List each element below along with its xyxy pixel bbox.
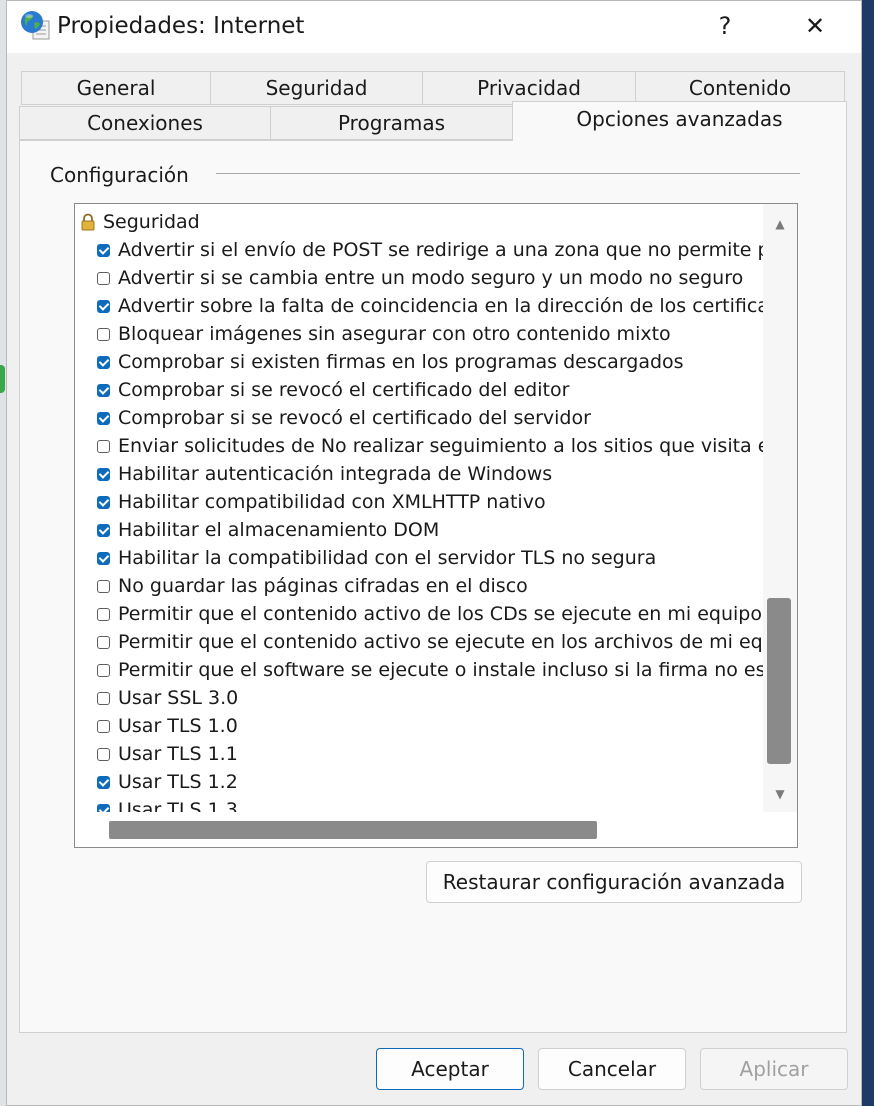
checkbox-unchecked[interactable] <box>97 579 110 593</box>
option-label: Enviar solicitudes de No realizar seguim… <box>118 435 763 457</box>
checkbox-unchecked[interactable] <box>97 747 110 761</box>
vertical-scroll-thumb[interactable] <box>767 598 791 764</box>
option-label: Comprobar si se revocó el certificado de… <box>118 407 591 429</box>
option-row[interactable]: Permitir que el contenido activo de los … <box>75 600 763 628</box>
option-label: Permitir que el software se ejecute o in… <box>118 659 763 681</box>
checkbox-unchecked[interactable] <box>97 691 110 705</box>
option-row[interactable]: Advertir si se cambia entre un modo segu… <box>75 264 763 292</box>
option-label: Habilitar autenticación integrada de Win… <box>118 463 553 485</box>
option-row[interactable]: Usar TLS 1.2 <box>75 768 763 796</box>
restore-advanced-button[interactable]: Restaurar configuración avanzada <box>426 861 802 903</box>
option-label: Advertir si el envío de POST se redirige… <box>118 239 763 261</box>
tab-conexiones[interactable]: Conexiones <box>19 106 271 140</box>
tab-privacidad[interactable]: Privacidad <box>422 71 636 105</box>
option-row[interactable]: Advertir sobre la falta de coincidencia … <box>75 292 763 320</box>
option-label: Permitir que el contenido activo de los … <box>118 603 762 625</box>
ok-button[interactable]: Aceptar <box>376 1048 524 1090</box>
checkbox-unchecked[interactable] <box>97 635 110 649</box>
option-row[interactable]: Habilitar autenticación integrada de Win… <box>75 460 763 488</box>
option-row[interactable]: Permitir que el software se ejecute o in… <box>75 656 763 684</box>
checkbox-unchecked[interactable] <box>97 271 110 285</box>
option-label: Bloquear imágenes sin asegurar con otro … <box>118 323 671 345</box>
scroll-down-icon[interactable]: ▼ <box>763 782 797 806</box>
option-label: Advertir si se cambia entre un modo segu… <box>118 267 744 289</box>
checkbox-unchecked[interactable] <box>97 719 110 733</box>
option-label: Usar TLS 1.2 <box>118 771 238 793</box>
option-label: Habilitar la compatibilidad con el servi… <box>118 547 657 569</box>
option-label: Advertir sobre la falta de coincidencia … <box>118 295 763 317</box>
checkbox-checked[interactable] <box>97 803 110 812</box>
lock-icon <box>81 213 95 231</box>
tab-contenido[interactable]: Contenido <box>635 71 845 105</box>
option-row[interactable]: Usar TLS 1.1 <box>75 740 763 768</box>
option-row[interactable]: Advertir si el envío de POST se redirige… <box>75 236 763 264</box>
option-label: No guardar las páginas cifradas en el di… <box>118 575 528 597</box>
option-row[interactable]: Habilitar la compatibilidad con el servi… <box>75 544 763 572</box>
desktop-background-accent <box>0 365 5 393</box>
help-button[interactable]: ? <box>697 5 753 47</box>
checkbox-checked[interactable] <box>97 467 110 481</box>
vertical-scrollbar[interactable]: ▲ ▼ <box>763 204 797 812</box>
option-row[interactable]: Usar SSL 3.0 <box>75 684 763 712</box>
apply-button[interactable]: Aplicar <box>700 1048 848 1090</box>
desktop-background-right <box>862 0 874 1106</box>
category-label: Seguridad <box>103 211 200 233</box>
tab-opciones-avanzadas[interactable]: Opciones avanzadas <box>512 101 847 141</box>
close-icon: ✕ <box>804 12 826 40</box>
option-row[interactable]: Comprobar si existen firmas en los progr… <box>75 348 763 376</box>
checkbox-unchecked[interactable] <box>97 663 110 677</box>
option-row[interactable]: Comprobar si se revocó el certificado de… <box>75 404 763 432</box>
close-button[interactable]: ✕ <box>787 5 843 47</box>
option-row[interactable]: Comprobar si se revocó el certificado de… <box>75 376 763 404</box>
checkbox-checked[interactable] <box>97 243 110 257</box>
option-label: Comprobar si se revocó el certificado de… <box>118 379 570 401</box>
checkbox-checked[interactable] <box>97 355 110 369</box>
option-row[interactable]: Usar TLS 1.0 <box>75 712 763 740</box>
scroll-up-icon[interactable]: ▲ <box>763 212 797 236</box>
option-row[interactable]: Bloquear imágenes sin asegurar con otro … <box>75 320 763 348</box>
internet-globe-icon <box>21 11 50 40</box>
horizontal-scroll-thumb[interactable] <box>109 821 597 839</box>
checkbox-unchecked[interactable] <box>97 607 110 621</box>
option-row[interactable]: Habilitar el almacenamiento DOM <box>75 516 763 544</box>
option-label: Habilitar compatibilidad con XMLHTTP nat… <box>118 491 546 513</box>
checkbox-unchecked[interactable] <box>97 327 110 341</box>
option-label: Usar TLS 1.0 <box>118 715 238 737</box>
option-row[interactable]: Usar TLS 1.3 <box>75 796 763 812</box>
option-label: Usar TLS 1.1 <box>118 743 238 765</box>
checkbox-checked[interactable] <box>97 495 110 509</box>
option-label: Permitir que el contenido activo se ejec… <box>118 631 763 653</box>
checkbox-checked[interactable] <box>97 551 110 565</box>
title-bar: Propiedades: Internet ? ✕ <box>7 1 861 53</box>
option-label: Usar TLS 1.3 <box>118 799 238 812</box>
option-label: Comprobar si existen firmas en los progr… <box>118 351 684 373</box>
checkbox-checked[interactable] <box>97 411 110 425</box>
tab-programas[interactable]: Programas <box>270 106 513 140</box>
option-row[interactable]: No guardar las páginas cifradas en el di… <box>75 572 763 600</box>
group-title: Configuración <box>50 163 189 187</box>
advanced-options-panel: Configuración Seguridad Advertir si el e… <box>19 140 847 1033</box>
option-row[interactable]: Enviar solicitudes de No realizar seguim… <box>75 432 763 460</box>
option-row[interactable]: Habilitar compatibilidad con XMLHTTP nat… <box>75 488 763 516</box>
tab-general[interactable]: General <box>21 71 211 105</box>
checkbox-checked[interactable] <box>97 775 110 789</box>
settings-list-content: Seguridad Advertir si el envío de POST s… <box>75 204 763 812</box>
checkbox-checked[interactable] <box>97 523 110 537</box>
option-label: Habilitar el almacenamiento DOM <box>118 519 440 541</box>
tab-seguridad[interactable]: Seguridad <box>210 71 423 105</box>
horizontal-scrollbar[interactable] <box>75 812 797 847</box>
window-title: Propiedades: Internet <box>57 13 305 39</box>
checkbox-checked[interactable] <box>97 383 110 397</box>
checkbox-checked[interactable] <box>97 299 110 313</box>
group-divider <box>216 173 800 174</box>
option-label: Usar SSL 3.0 <box>118 687 239 709</box>
settings-list[interactable]: Seguridad Advertir si el envío de POST s… <box>74 203 798 848</box>
cancel-button[interactable]: Cancelar <box>538 1048 686 1090</box>
option-row[interactable]: Permitir que el contenido activo se ejec… <box>75 628 763 656</box>
internet-properties-dialog: Propiedades: Internet ? ✕ General Seguri… <box>6 0 862 1106</box>
checkbox-unchecked[interactable] <box>97 439 110 453</box>
category-seguridad: Seguridad <box>75 208 200 236</box>
